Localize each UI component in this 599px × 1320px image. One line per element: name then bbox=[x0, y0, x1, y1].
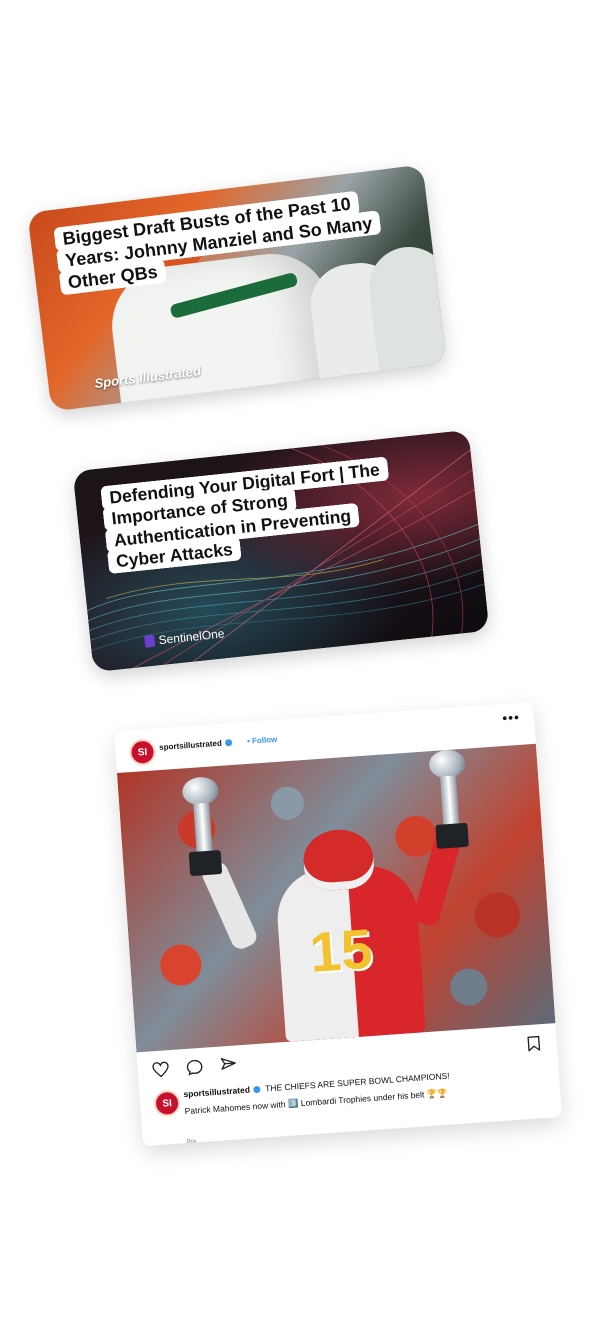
helmet-image bbox=[301, 827, 376, 893]
verified-badge-icon bbox=[224, 738, 233, 747]
post-photo[interactable]: 15 bbox=[116, 743, 556, 1053]
share-icon[interactable] bbox=[219, 1055, 238, 1074]
lombardi-trophy-image bbox=[179, 776, 226, 879]
sentinelone-mark-icon bbox=[144, 634, 156, 648]
jersey-number: 15 bbox=[307, 916, 375, 984]
bookmark-icon[interactable] bbox=[524, 1034, 543, 1053]
avatar[interactable]: SI bbox=[128, 738, 157, 767]
caption-username[interactable]: sportsillustrated bbox=[183, 1085, 250, 1100]
verified-badge-icon bbox=[252, 1085, 261, 1094]
like-heart-icon[interactable] bbox=[151, 1060, 170, 1079]
article-card-digital-fort[interactable]: Defending Your Digital Fort | The Import… bbox=[72, 429, 490, 673]
more-options-icon[interactable]: ••• bbox=[502, 709, 521, 726]
article-card-draft-busts[interactable]: Biggest Draft Busts of the Past 10 Years… bbox=[27, 164, 447, 412]
lombardi-trophy-image bbox=[426, 748, 473, 852]
player-image: 15 bbox=[274, 862, 426, 1042]
username-link[interactable]: sportsillustrated bbox=[159, 738, 233, 752]
follow-button[interactable]: • Follow bbox=[247, 735, 278, 746]
avatar[interactable]: SI bbox=[153, 1089, 181, 1118]
comment-icon[interactable] bbox=[185, 1058, 204, 1077]
instagram-post[interactable]: SI sportsillustrated • Follow ••• 15 SI … bbox=[114, 701, 562, 1147]
post-timestamp: 8w bbox=[186, 1136, 197, 1147]
